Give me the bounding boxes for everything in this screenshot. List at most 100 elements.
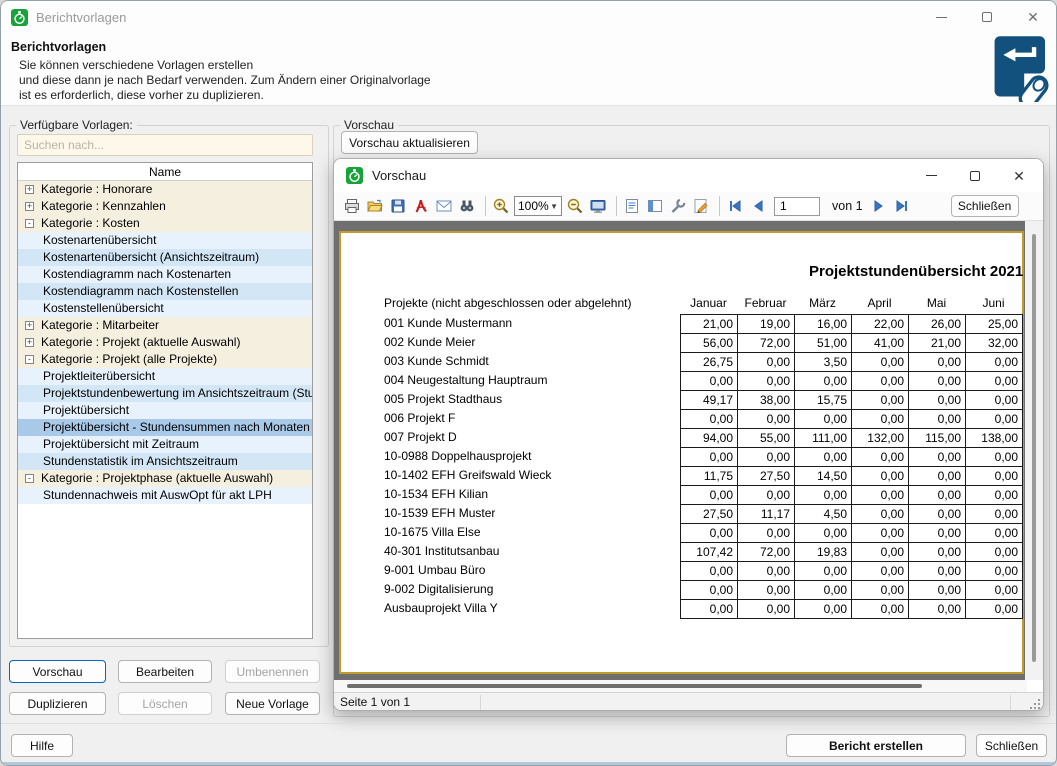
report-value-cell: 0,00 xyxy=(909,562,966,581)
resize-grip[interactable] xyxy=(1038,707,1040,709)
report-value-cell: 0,00 xyxy=(795,486,852,505)
email-icon[interactable] xyxy=(434,196,454,216)
settings-wrench-icon[interactable] xyxy=(668,196,688,216)
close-button[interactable]: ✕ xyxy=(997,159,1041,192)
expand-icon[interactable]: + xyxy=(25,185,34,194)
template-item-row[interactable]: Projektübersicht xyxy=(18,402,312,419)
document-viewport[interactable]: Projektstundenübersicht 2021 Projekte (n… xyxy=(334,221,1027,680)
zoom-level-combo[interactable]: 100% ▼ xyxy=(514,196,562,216)
category-label: Kategorie : Kosten xyxy=(41,215,140,232)
template-category-row[interactable]: +Kategorie : Mitarbeiter xyxy=(18,317,312,334)
bericht-erstellen-button[interactable]: Bericht erstellen xyxy=(786,734,966,757)
vorschau-button[interactable]: Vorschau xyxy=(9,660,106,683)
thumbnails-panel-icon[interactable] xyxy=(645,196,665,216)
next-page-icon[interactable] xyxy=(869,196,889,216)
template-item-row[interactable]: Kostenstellenübersicht xyxy=(18,300,312,317)
window-bottom-edge xyxy=(1,762,1056,765)
berichtvorlagen-window: Berichtvorlagen ✕ Berichtvorlagen Sie kö… xyxy=(0,0,1057,766)
search-binoculars-icon[interactable] xyxy=(457,196,477,216)
hilfe-button[interactable]: Hilfe xyxy=(11,734,73,757)
template-item-row-selected[interactable]: Projektübersicht - Stundensummen nach Mo… xyxy=(18,419,312,436)
template-item-row[interactable]: Projektleiterübersicht xyxy=(18,368,312,385)
report-value-cell: 0,00 xyxy=(681,410,738,429)
minimize-button[interactable] xyxy=(918,1,964,33)
report-month-header: Mai xyxy=(908,296,965,310)
bearbeiten-button[interactable]: Bearbeiten xyxy=(118,660,212,683)
vertical-scrollbar[interactable] xyxy=(1025,221,1043,680)
template-category-row[interactable]: +Kategorie : Kennzahlen xyxy=(18,198,312,215)
last-page-icon[interactable] xyxy=(892,196,912,216)
report-project-name: 40-301 Institutsanbau xyxy=(384,542,551,561)
first-page-icon[interactable] xyxy=(725,196,745,216)
template-category-row[interactable]: +Kategorie : Honorare xyxy=(18,181,312,198)
report-value-cell: 41,00 xyxy=(852,334,909,353)
close-button[interactable]: ✕ xyxy=(1010,1,1056,33)
preview-close-button[interactable]: Schließen xyxy=(951,195,1019,217)
collapse-icon[interactable]: - xyxy=(25,219,34,228)
report-value-cell: 0,00 xyxy=(909,467,966,486)
previous-page-icon[interactable] xyxy=(748,196,768,216)
report-month-header: April xyxy=(851,296,908,310)
collapse-icon[interactable]: - xyxy=(25,474,34,483)
neue-vorlage-button[interactable]: Neue Vorlage xyxy=(225,692,320,715)
report-value-cell: 0,00 xyxy=(738,353,795,372)
template-category-row[interactable]: -Kategorie : Kosten xyxy=(18,215,312,232)
expand-icon[interactable]: + xyxy=(25,321,34,330)
template-category-row[interactable]: + Kategorie : Projekt (aktuelle Auswahl) xyxy=(18,334,312,351)
page-setup-icon[interactable] xyxy=(622,196,642,216)
report-value-cell: 0,00 xyxy=(852,581,909,600)
minimize-button[interactable] xyxy=(909,159,953,192)
maximize-button[interactable] xyxy=(953,159,997,192)
report-value-cell: 11,17 xyxy=(738,505,795,524)
template-category-row[interactable]: -Kategorie : Projektphase (aktuelle Ausw… xyxy=(18,470,312,487)
template-item-row[interactable]: Stundennachweis mit AuswOpt für akt LPH xyxy=(18,487,312,504)
report-value-cell: 0,00 xyxy=(738,600,795,619)
template-item-row[interactable]: Kostenartenübersicht (Ansichtszeitraum) xyxy=(18,249,312,266)
zoom-out-icon[interactable] xyxy=(565,196,585,216)
template-item-row[interactable]: Kostendiagramm nach Kostenarten xyxy=(18,266,312,283)
report-month-header: Juni xyxy=(965,296,1022,310)
report-value-cell: 0,00 xyxy=(738,410,795,429)
list-header-name[interactable]: Name xyxy=(18,163,312,181)
vertical-scrollbar-thumb[interactable] xyxy=(1032,234,1036,662)
template-item-row[interactable]: Kostendiagramm nach Kostenstellen xyxy=(18,283,312,300)
template-item-row[interactable]: Projektstundenbewertung im Ansichtszeitr… xyxy=(18,385,312,402)
edit-icon[interactable] xyxy=(691,196,711,216)
print-icon[interactable] xyxy=(342,196,362,216)
search-input[interactable] xyxy=(17,134,313,156)
page-info-label: Seite 1 von 1 xyxy=(340,695,410,709)
expand-icon[interactable]: + xyxy=(25,338,34,347)
preview-window: Vorschau ✕ xyxy=(333,158,1044,711)
duplizieren-button[interactable]: Duplizieren xyxy=(9,692,106,715)
report-value-cell: 0,00 xyxy=(795,581,852,600)
page-number-input[interactable] xyxy=(774,197,820,216)
zoom-in-icon[interactable] xyxy=(491,196,511,216)
save-icon[interactable] xyxy=(388,196,408,216)
horizontal-scrollbar[interactable] xyxy=(334,680,1027,692)
report-value-cell: 32,00 xyxy=(966,334,1023,353)
maximize-button[interactable] xyxy=(964,1,1010,33)
report-title: Projektstundenübersicht 2021 xyxy=(809,263,1023,280)
fullscreen-icon[interactable] xyxy=(588,196,608,216)
collapse-icon[interactable]: - xyxy=(25,355,34,364)
template-item-row[interactable]: Stundenstatistik im Ansichtszeitraum xyxy=(18,453,312,470)
template-category-row[interactable]: -Kategorie : Projekt (alle Projekte) xyxy=(18,351,312,368)
report-month-header: Januar xyxy=(680,296,737,310)
horizontal-scrollbar-thumb[interactable] xyxy=(347,684,922,688)
report-project-name: 10-0988 Doppelhausprojekt xyxy=(384,447,551,466)
refresh-preview-button[interactable]: Vorschau aktualisieren xyxy=(341,131,478,154)
template-item-row[interactable]: Kostenartenübersicht xyxy=(18,232,312,249)
template-list[interactable]: Name +Kategorie : Honorare+Kategorie : K… xyxy=(17,162,313,639)
report-value-cell: 56,00 xyxy=(681,334,738,353)
template-item-row[interactable]: Projektübersicht mit Zeitraum xyxy=(18,436,312,453)
template-label: Projektübersicht xyxy=(43,402,129,419)
report-value-cell: 0,00 xyxy=(738,448,795,467)
report-value-cell: 0,00 xyxy=(852,391,909,410)
report-row-header: Projekte (nicht abgeschlossen oder abgel… xyxy=(384,296,632,310)
report-value-cell: 0,00 xyxy=(738,581,795,600)
schliessen-button[interactable]: Schließen xyxy=(976,734,1047,757)
open-file-icon[interactable] xyxy=(365,196,385,216)
category-label: Kategorie : Projekt (aktuelle Auswahl) xyxy=(41,334,240,351)
expand-icon[interactable]: + xyxy=(25,202,34,211)
pdf-export-icon[interactable] xyxy=(411,196,431,216)
